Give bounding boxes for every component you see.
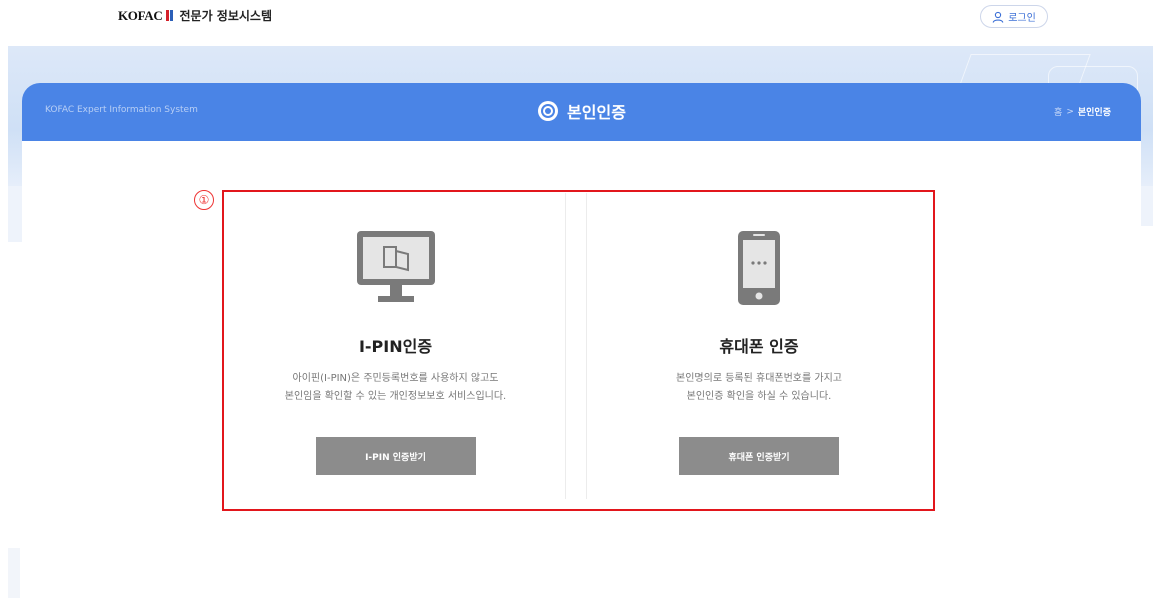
right-edge-decoration <box>1141 186 1153 226</box>
login-label: 로그인 <box>1008 13 1036 24</box>
logo-wordmark: KOFAC <box>118 7 163 23</box>
bottom-edge-decoration <box>8 548 20 598</box>
annotation-highlight-box <box>222 190 935 511</box>
logo-subtitle: 전문가 정보시스템 <box>179 9 272 23</box>
breadcrumb-home[interactable]: 홈 <box>1054 105 1062 118</box>
annotation-number: ① <box>194 190 214 210</box>
target-icon <box>538 101 559 121</box>
logo-mark-icon <box>166 10 174 21</box>
left-edge-decoration <box>8 186 22 242</box>
page-title-group: 본인인증 <box>22 99 1141 123</box>
top-header: KOFAC 전문가 정보시스템 로그인 <box>0 0 1153 46</box>
login-button[interactable]: 로그인 <box>980 5 1048 28</box>
site-logo[interactable]: KOFAC 전문가 정보시스템 <box>118 7 272 24</box>
breadcrumb: 홈 > 본인인증 <box>1054 105 1111 119</box>
page-title-bar: KOFAC Expert Information System 본인인증 홈 >… <box>22 83 1141 141</box>
user-icon <box>992 11 1004 23</box>
breadcrumb-separator: > <box>1066 106 1074 117</box>
page-title: 본인인증 <box>567 103 626 122</box>
breadcrumb-current: 본인인증 <box>1077 108 1111 118</box>
